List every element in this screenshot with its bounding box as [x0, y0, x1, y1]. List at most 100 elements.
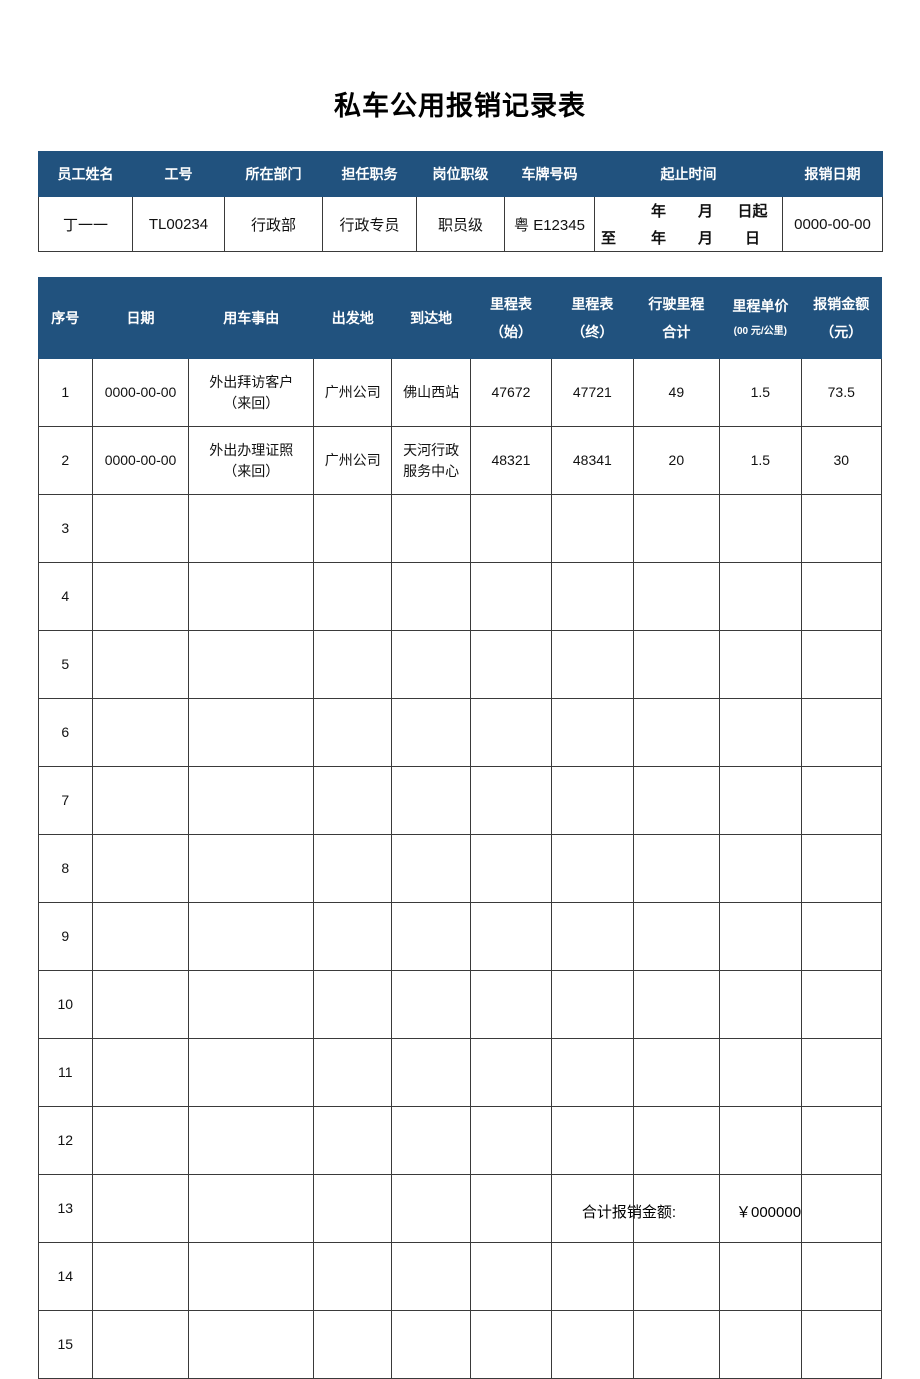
cell-reason[interactable] — [188, 698, 315, 767]
cell-no[interactable]: 2 — [38, 426, 93, 495]
cell-distance[interactable] — [632, 630, 721, 699]
cell-odometer-end[interactable] — [551, 562, 634, 631]
cell-destination[interactable]: 天河行政 服务中心 — [391, 426, 471, 495]
cell-distance[interactable] — [632, 1310, 721, 1379]
cell-no[interactable]: 15 — [38, 1310, 93, 1379]
cell-unit-price[interactable] — [719, 1106, 802, 1175]
cell-date[interactable] — [91, 630, 190, 699]
cell-distance[interactable] — [632, 698, 721, 767]
cell-no[interactable]: 10 — [38, 970, 93, 1039]
info-value-department[interactable]: 行政部 — [224, 196, 323, 252]
cell-date[interactable] — [91, 834, 190, 903]
cell-reason[interactable] — [188, 834, 315, 903]
cell-odometer-start[interactable] — [469, 698, 553, 767]
cell-origin[interactable] — [313, 1106, 393, 1175]
cell-odometer-start[interactable] — [469, 902, 553, 971]
cell-odometer-start[interactable] — [469, 1106, 553, 1175]
cell-date[interactable] — [91, 494, 190, 563]
info-value-plate-number[interactable]: 粤 E12345 — [504, 196, 595, 252]
cell-no[interactable]: 7 — [38, 766, 93, 835]
cell-date[interactable] — [91, 562, 190, 631]
cell-reason[interactable] — [188, 630, 315, 699]
cell-destination[interactable] — [391, 562, 471, 631]
cell-reason[interactable] — [188, 1310, 315, 1379]
cell-distance[interactable] — [632, 1106, 721, 1175]
cell-distance[interactable] — [632, 1038, 721, 1107]
cell-amount[interactable] — [800, 698, 883, 767]
cell-reason[interactable]: 外出办理证照 （来回） — [188, 426, 315, 495]
cell-reason[interactable] — [188, 562, 315, 631]
cell-reason[interactable]: 外出拜访客户 （来回） — [188, 358, 315, 427]
info-value-reimbursement-date[interactable]: 0000-00-00 — [782, 196, 883, 252]
cell-date[interactable] — [91, 698, 190, 767]
cell-reason[interactable] — [188, 1038, 315, 1107]
cell-distance[interactable] — [632, 494, 721, 563]
cell-reason[interactable] — [188, 902, 315, 971]
cell-origin[interactable] — [313, 1310, 393, 1379]
cell-origin[interactable] — [313, 1038, 393, 1107]
cell-amount[interactable] — [800, 1310, 883, 1379]
cell-odometer-end[interactable] — [551, 698, 634, 767]
cell-reason[interactable] — [188, 970, 315, 1039]
total-value[interactable]: ￥000000 — [736, 1201, 846, 1222]
cell-unit-price[interactable] — [719, 766, 802, 835]
cell-no[interactable]: 8 — [38, 834, 93, 903]
cell-destination[interactable] — [391, 1242, 471, 1311]
cell-no[interactable]: 6 — [38, 698, 93, 767]
cell-date[interactable] — [91, 902, 190, 971]
cell-unit-price[interactable] — [719, 902, 802, 971]
cell-date[interactable] — [91, 1310, 190, 1379]
cell-odometer-end[interactable] — [551, 902, 634, 971]
cell-odometer-end[interactable] — [551, 766, 634, 835]
cell-origin[interactable] — [313, 1242, 393, 1311]
cell-no[interactable]: 11 — [38, 1038, 93, 1107]
info-value-employee-name[interactable]: 丁一一 — [38, 196, 133, 252]
cell-distance[interactable]: 49 — [632, 358, 721, 427]
info-value-job-grade[interactable]: 职员级 — [416, 196, 505, 252]
cell-odometer-end[interactable] — [551, 494, 634, 563]
cell-odometer-start[interactable] — [469, 630, 553, 699]
cell-destination[interactable] — [391, 766, 471, 835]
cell-distance[interactable]: 20 — [632, 426, 721, 495]
cell-date[interactable] — [91, 1106, 190, 1175]
cell-distance[interactable] — [632, 1242, 721, 1311]
cell-destination[interactable] — [391, 1038, 471, 1107]
cell-amount[interactable] — [800, 494, 883, 563]
cell-destination[interactable] — [391, 1106, 471, 1175]
cell-destination[interactable] — [391, 902, 471, 971]
cell-origin[interactable] — [313, 562, 393, 631]
cell-destination[interactable] — [391, 1310, 471, 1379]
cell-destination[interactable] — [391, 630, 471, 699]
cell-origin[interactable]: 广州公司 — [313, 426, 393, 495]
cell-odometer-start[interactable] — [469, 562, 553, 631]
cell-amount[interactable] — [800, 1038, 883, 1107]
cell-amount[interactable] — [800, 970, 883, 1039]
cell-odometer-end[interactable]: 47721 — [551, 358, 634, 427]
cell-unit-price[interactable] — [719, 562, 802, 631]
cell-unit-price[interactable] — [719, 834, 802, 903]
cell-unit-price[interactable] — [719, 970, 802, 1039]
cell-odometer-end[interactable] — [551, 834, 634, 903]
cell-no[interactable]: 5 — [38, 630, 93, 699]
cell-odometer-start[interactable] — [469, 1038, 553, 1107]
cell-origin[interactable] — [313, 630, 393, 699]
cell-origin[interactable] — [313, 766, 393, 835]
cell-odometer-end[interactable] — [551, 1038, 634, 1107]
cell-origin[interactable] — [313, 494, 393, 563]
cell-unit-price[interactable] — [719, 494, 802, 563]
cell-amount[interactable] — [800, 902, 883, 971]
cell-reason[interactable] — [188, 494, 315, 563]
cell-reason[interactable] — [188, 1242, 315, 1311]
cell-date[interactable] — [91, 970, 190, 1039]
cell-origin[interactable] — [313, 970, 393, 1039]
cell-date[interactable] — [91, 766, 190, 835]
cell-odometer-end[interactable] — [551, 1106, 634, 1175]
cell-no[interactable]: 3 — [38, 494, 93, 563]
info-value-position[interactable]: 行政专员 — [322, 196, 417, 252]
cell-date[interactable]: 0000-00-00 — [91, 426, 190, 495]
cell-no[interactable]: 14 — [38, 1242, 93, 1311]
cell-odometer-start[interactable] — [469, 970, 553, 1039]
cell-odometer-start[interactable] — [469, 1310, 553, 1379]
cell-odometer-start[interactable] — [469, 834, 553, 903]
cell-no[interactable]: 1 — [38, 358, 93, 427]
